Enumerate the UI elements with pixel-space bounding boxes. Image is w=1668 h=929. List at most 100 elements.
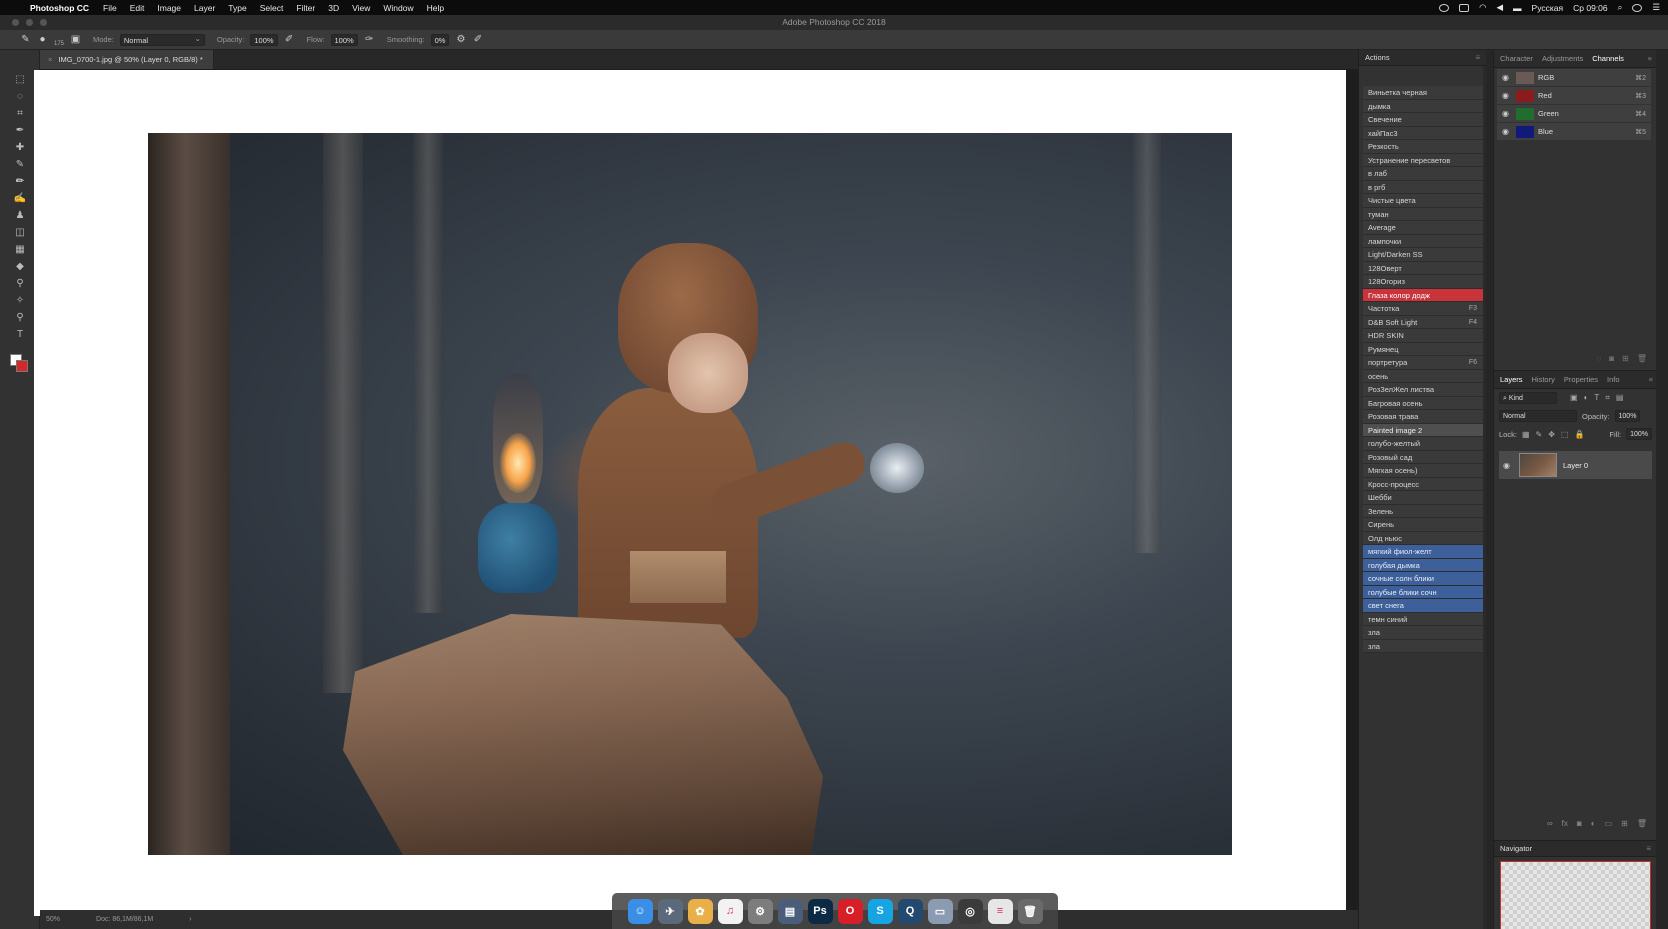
zoom-window-button[interactable] <box>40 19 47 26</box>
action-item[interactable]: голубая дымка <box>1363 558 1483 572</box>
load-selection-icon[interactable]: ◌ <box>1597 354 1602 366</box>
action-item[interactable]: осень <box>1363 369 1483 383</box>
clock[interactable]: Ср 09:06 <box>1573 3 1608 13</box>
action-item[interactable]: Розовый сад <box>1363 450 1483 464</box>
tab-info[interactable]: Info <box>1607 375 1620 384</box>
lock-transparency-icon[interactable]: ▦ <box>1522 430 1530 439</box>
action-item[interactable]: Кросс-процесс <box>1363 477 1483 491</box>
smart-object-filter-icon[interactable]: ▤ <box>1616 393 1624 403</box>
trash-icon[interactable]: 🗑 <box>1017 898 1043 924</box>
display-icon[interactable] <box>1459 3 1470 12</box>
music-icon[interactable]: ♫ <box>717 898 743 924</box>
visibility-eye-icon[interactable]: ◉ <box>1502 127 1512 136</box>
pixel-filter-icon[interactable]: ▣ <box>1570 393 1578 403</box>
action-item[interactable]: хайПас3 <box>1363 126 1483 140</box>
action-item[interactable]: Light/Darken SS <box>1363 248 1483 262</box>
visibility-eye-icon[interactable]: ◉ <box>1502 73 1512 82</box>
tab-character[interactable]: Character <box>1500 54 1533 63</box>
action-item[interactable]: голубые блики сочн <box>1363 585 1483 599</box>
notification-center-icon[interactable]: ☰ <box>1652 2 1660 13</box>
delete-channel-icon[interactable]: 🗑 <box>1637 354 1647 366</box>
close-window-button[interactable] <box>12 19 19 26</box>
tab-channels[interactable]: Channels <box>1592 54 1624 63</box>
tab-layers[interactable]: Layers <box>1500 375 1523 384</box>
link-layers-icon[interactable]: ∞ <box>1547 819 1553 831</box>
action-item[interactable]: Average <box>1363 221 1483 235</box>
action-item[interactable]: дымка <box>1363 99 1483 113</box>
lock-artboard-icon[interactable]: ⬚ <box>1561 430 1569 439</box>
action-item[interactable]: Частотка F3 <box>1363 302 1483 316</box>
action-item[interactable]: Устранение пересветов <box>1363 153 1483 167</box>
mixer-brush-tool-icon[interactable]: ✍ <box>12 192 28 206</box>
blend-mode-select[interactable]: Normal <box>1499 410 1577 422</box>
action-item[interactable]: Свечение <box>1363 113 1483 127</box>
fill-field[interactable]: 100% <box>1626 428 1652 440</box>
finder-icon[interactable]: ☺ <box>627 898 653 924</box>
action-item[interactable]: голубо-желтый <box>1363 437 1483 451</box>
action-item[interactable]: РозЗелЖел листва <box>1363 383 1483 397</box>
opacity-pressure-icon[interactable]: ✐ <box>284 34 295 45</box>
background-color-swatch[interactable] <box>16 360 28 372</box>
zoom-level[interactable]: 50% <box>46 916 60 923</box>
add-mask-icon[interactable]: ◙ <box>1577 819 1582 831</box>
doc-size[interactable]: Doc: 86,1M/86,1M <box>96 916 153 923</box>
visibility-eye-icon[interactable]: ◉ <box>1503 461 1513 470</box>
paint-bucket-tool-icon[interactable]: ◆ <box>12 260 28 274</box>
color-swatches[interactable] <box>10 350 30 374</box>
photo-child-with-lamp[interactable] <box>148 133 1232 855</box>
airbrush-icon[interactable]: ✑ <box>364 34 375 45</box>
opera-icon[interactable]: O <box>837 898 863 924</box>
clone-stamp-tool-icon[interactable]: ♟ <box>12 209 28 223</box>
new-layer-icon[interactable]: ⊞ <box>1621 819 1628 831</box>
layer-style-icon[interactable]: fx <box>1562 819 1568 831</box>
user-icon[interactable] <box>1632 3 1643 12</box>
volume-icon[interactable]: ◀ <box>1497 2 1504 13</box>
opacity-field[interactable]: 100% <box>250 33 278 46</box>
panel-menu-icon[interactable]: ≡ <box>1649 375 1653 384</box>
type-filter-icon[interactable]: T <box>1594 393 1599 403</box>
action-item[interactable]: Чистые цвета <box>1363 194 1483 208</box>
kind-filter-select[interactable]: ⌕ Kind <box>1499 392 1557 404</box>
action-item[interactable]: Шебби <box>1363 491 1483 505</box>
photoshop-icon[interactable]: Ps <box>807 898 833 924</box>
action-item[interactable]: D&B Soft Light F4 <box>1363 315 1483 329</box>
action-item[interactable]: сочные солн блики <box>1363 572 1483 586</box>
menu-edit[interactable]: Edit <box>130 3 145 13</box>
aperture-icon[interactable]: ◎ <box>957 898 983 924</box>
action-item[interactable]: Зелень <box>1363 504 1483 518</box>
action-item[interactable]: в лаб <box>1363 167 1483 181</box>
minimize-window-button[interactable] <box>26 19 33 26</box>
brush-tool-icon[interactable]: ✏ <box>12 175 28 189</box>
action-item[interactable]: Мягкая осень) <box>1363 464 1483 478</box>
smoothing-field[interactable]: 0% <box>430 33 450 46</box>
size-pressure-icon[interactable]: ✐ <box>472 34 483 45</box>
channel-row[interactable]: ◉ RGB ⌘2 <box>1497 69 1651 86</box>
action-item[interactable]: HDR SKIN <box>1363 329 1483 343</box>
adjustment-layer-icon[interactable]: ◐ <box>1591 819 1596 831</box>
new-group-icon[interactable]: ▭ <box>1605 819 1613 831</box>
status-circle-icon[interactable] <box>1439 3 1450 12</box>
menu-filter[interactable]: Filter <box>296 3 315 13</box>
canvas[interactable] <box>34 70 1346 916</box>
photos-icon[interactable]: ✿ <box>687 898 713 924</box>
action-item[interactable]: Олд ньюс <box>1363 531 1483 545</box>
panel-menu-icon[interactable]: ≡ <box>1648 54 1652 63</box>
lock-position-icon[interactable]: ✥ <box>1548 430 1555 439</box>
visibility-eye-icon[interactable]: ◉ <box>1502 109 1512 118</box>
input-source[interactable]: Русская <box>1532 3 1564 13</box>
navigator-preview[interactable] <box>1500 861 1651 929</box>
shape-filter-icon[interactable]: ⌗ <box>1605 393 1610 403</box>
navigator-tab[interactable]: Navigator <box>1500 844 1532 853</box>
crop-tool-icon[interactable]: ⌗ <box>12 107 28 121</box>
layer-thumbnail[interactable] <box>1519 453 1557 477</box>
action-item[interactable]: Резкость <box>1363 140 1483 154</box>
document-icon[interactable]: ≡ <box>987 898 1013 924</box>
action-item[interactable]: 128Оверт <box>1363 261 1483 275</box>
visibility-eye-icon[interactable]: ◉ <box>1502 91 1512 100</box>
layer-name[interactable]: Layer 0 <box>1563 461 1588 470</box>
panel-menu-icon[interactable]: ≡ <box>1475 53 1480 62</box>
launchpad-icon[interactable]: ✈ <box>657 898 683 924</box>
action-item[interactable]: портретура F6 <box>1363 356 1483 370</box>
app-menu[interactable]: Photoshop CC <box>30 3 89 13</box>
gradient-tool-icon[interactable]: ▦ <box>12 243 28 257</box>
